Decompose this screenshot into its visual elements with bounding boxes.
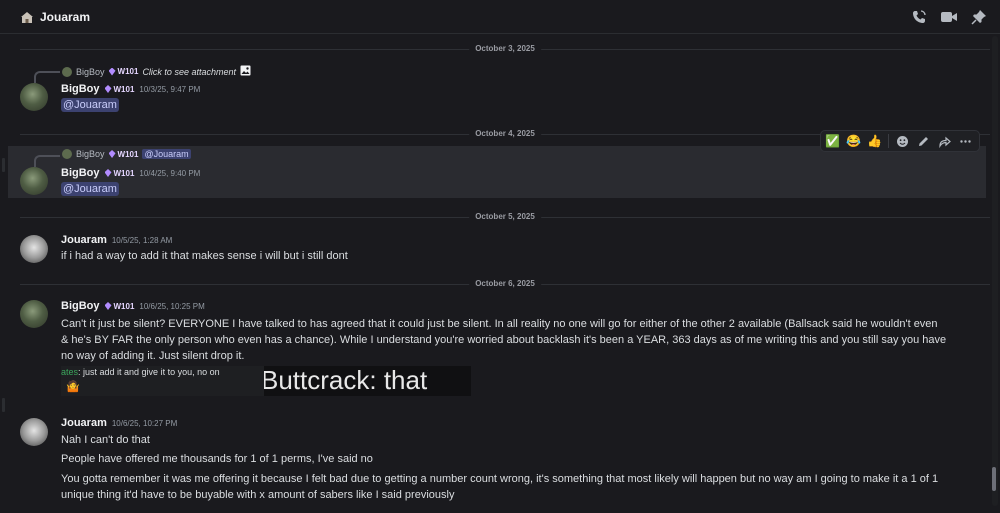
screenshot-text: : just add it and give it to you, no on xyxy=(78,367,220,377)
timestamp: 10/5/25, 1:28 AM xyxy=(111,235,173,245)
date-divider: October 5, 2025 xyxy=(20,211,990,223)
house-avatar-icon xyxy=(20,10,34,24)
role-tag: W101 xyxy=(104,85,134,94)
username[interactable]: BigBoy xyxy=(61,167,100,179)
more-icon[interactable] xyxy=(958,134,973,149)
username[interactable]: BigBoy xyxy=(61,300,100,312)
date-divider: October 6, 2025 xyxy=(20,278,990,290)
avatar[interactable] xyxy=(20,300,48,328)
avatar[interactable] xyxy=(20,418,48,446)
video-call-icon[interactable] xyxy=(940,8,958,26)
scroll-edge-marks xyxy=(2,48,5,508)
edit-icon[interactable] xyxy=(916,134,931,149)
message-text-line: no way of adding it. Just silent drop it… xyxy=(61,350,245,362)
reaction-joy[interactable]: 😂 xyxy=(846,134,861,149)
message-text-line: & he's BY FAR the only person who even h… xyxy=(61,334,947,346)
timestamp: 10/6/25, 10:27 PM xyxy=(111,418,178,428)
channel-title[interactable]: Jouaram xyxy=(40,10,90,24)
message-text: Nah I can't do that xyxy=(61,434,150,446)
avatar xyxy=(62,66,72,77)
message-text-line: You gotta remember it was me offering it… xyxy=(61,473,939,485)
user-mention[interactable]: @Jouaram xyxy=(61,98,119,112)
timestamp: 10/4/25, 9:40 PM xyxy=(139,168,201,178)
screenshot-username: ates xyxy=(61,367,79,377)
scrollbar-track[interactable] xyxy=(992,36,998,506)
screenshot-large-text: Buttcrack: that xyxy=(264,366,471,396)
screenshot-chat-fragment: ates: just add it and give it to you, no… xyxy=(61,366,264,396)
date-divider: October 3, 2025 xyxy=(20,43,990,55)
pin-icon[interactable] xyxy=(970,8,988,26)
message-hover-toolbar: ✅ 😂 👍 xyxy=(820,130,980,152)
timestamp: 10/6/25, 10:25 PM xyxy=(139,301,205,311)
reply-connector xyxy=(34,155,60,167)
toolbar-separator xyxy=(888,134,889,148)
username[interactable]: Jouaram xyxy=(61,234,107,246)
reaction-thumbs-up[interactable]: 👍 xyxy=(867,134,882,149)
reply-mention[interactable]: @Jouaram xyxy=(142,149,191,159)
reply-preview[interactable]: BigBoy W101 Click to see attachment xyxy=(62,65,251,78)
timestamp: 10/3/25, 9:47 PM xyxy=(139,84,201,94)
reply-author[interactable]: BigBoy xyxy=(76,149,105,159)
username[interactable]: Jouaram xyxy=(61,417,107,429)
message-text: People have offered me thousands for 1 o… xyxy=(61,453,373,465)
user-mention[interactable]: @Jouaram xyxy=(61,182,119,196)
role-tag: W101 xyxy=(108,150,138,159)
avatar[interactable] xyxy=(20,167,48,195)
avatar[interactable] xyxy=(20,235,48,263)
message-text: if i had a way to add it that makes sens… xyxy=(61,250,348,262)
avatar[interactable] xyxy=(20,83,48,111)
reply-connector xyxy=(34,71,60,83)
reply-text[interactable]: Click to see attachment xyxy=(142,67,236,77)
screenshot-large-caption: Buttcrack: that xyxy=(264,366,428,395)
message-text-line: Can't it just be silent? EVERYONE I have… xyxy=(61,318,938,330)
pasted-screenshot-image[interactable]: ates: just add it and give it to you, no… xyxy=(61,366,471,396)
message-text-line: unique thing it'd have to be buyable wit… xyxy=(61,489,455,501)
channel-header: Jouaram xyxy=(0,0,1000,34)
forward-icon[interactable] xyxy=(937,134,952,149)
scrollbar-thumb[interactable] xyxy=(992,467,996,491)
reply-preview[interactable]: BigBoy W101 @Jouaram xyxy=(62,149,191,159)
shrug-emoji: 🤷 xyxy=(66,381,80,393)
avatar xyxy=(62,149,72,159)
add-reaction-icon[interactable] xyxy=(895,134,910,149)
username[interactable]: BigBoy xyxy=(61,83,100,95)
reaction-check[interactable]: ✅ xyxy=(825,134,840,149)
role-tag: W101 xyxy=(108,67,138,76)
image-icon xyxy=(240,65,251,78)
voice-call-icon[interactable] xyxy=(910,8,928,26)
role-tag: W101 xyxy=(104,169,134,178)
reply-author[interactable]: BigBoy xyxy=(76,67,105,77)
role-tag: W101 xyxy=(104,302,134,311)
